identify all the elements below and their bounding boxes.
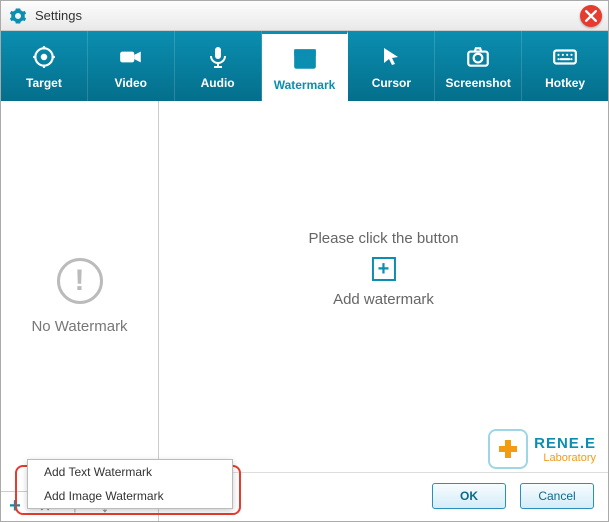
tab-label: Hotkey [545, 76, 585, 90]
title-bar: Settings [1, 1, 608, 31]
menu-item-add-image-watermark[interactable]: Add Image Watermark [28, 484, 232, 508]
tab-hotkey[interactable]: Hotkey [522, 31, 608, 101]
tab-label: Cursor [372, 76, 411, 90]
add-watermark-button[interactable]: + [7, 499, 23, 515]
tab-label: Screenshot [446, 76, 511, 90]
window-title: Settings [35, 8, 600, 23]
cancel-button[interactable]: Cancel [520, 483, 594, 509]
keyboard-icon [550, 42, 580, 72]
tab-label: Video [115, 76, 147, 90]
brand-text: RENE.E Laboratory [534, 435, 596, 464]
watermark-sidebar: ! No Watermark + × ↑ ↓ [1, 101, 159, 521]
tab-label: Target [26, 76, 62, 90]
microphone-icon [203, 42, 233, 72]
add-watermark-plus-button[interactable]: + [372, 257, 396, 281]
main-panel: Please click the button + Add watermark … [159, 101, 608, 521]
empty-state: Please click the button + Add watermark [308, 230, 458, 308]
dialog-buttons: OK Cancel [432, 483, 594, 509]
cursor-icon [376, 42, 406, 72]
brand-logo: RENE.E Laboratory [488, 429, 596, 469]
gear-icon [9, 7, 27, 25]
target-icon [29, 42, 59, 72]
tab-label: Watermark [274, 78, 336, 92]
menu-item-add-text-watermark[interactable]: Add Text Watermark [28, 460, 232, 484]
brand-line2: Laboratory [534, 452, 596, 464]
brand-badge-icon [488, 429, 528, 469]
camera-icon [463, 42, 493, 72]
content-body: ! No Watermark + × ↑ ↓ Please click the … [1, 101, 608, 521]
watermark-preview: ! No Watermark [1, 101, 158, 491]
brand-line1: RENE.E [534, 435, 596, 452]
ok-button[interactable]: OK [432, 483, 506, 509]
watermark-icon [290, 44, 320, 74]
tab-cursor[interactable]: Cursor [348, 31, 435, 101]
exclamation-icon: ! [57, 258, 103, 304]
tab-video[interactable]: Video [88, 31, 175, 101]
tab-target[interactable]: Target [1, 31, 88, 101]
hint-line-1: Please click the button [308, 230, 458, 247]
tab-watermark[interactable]: Watermark [262, 31, 349, 101]
settings-window: Settings Target Video Audio Watermark Cu… [0, 0, 609, 522]
video-icon [116, 42, 146, 72]
tab-label: Audio [201, 76, 235, 90]
tab-audio[interactable]: Audio [175, 31, 262, 101]
add-watermark-menu: Add Text Watermark Add Image Watermark [27, 459, 233, 509]
tab-bar: Target Video Audio Watermark Cursor Scre… [1, 31, 608, 101]
close-button[interactable] [580, 5, 602, 27]
preview-label: No Watermark [31, 318, 127, 335]
hint-line-2: Add watermark [308, 291, 458, 308]
tab-screenshot[interactable]: Screenshot [435, 31, 522, 101]
